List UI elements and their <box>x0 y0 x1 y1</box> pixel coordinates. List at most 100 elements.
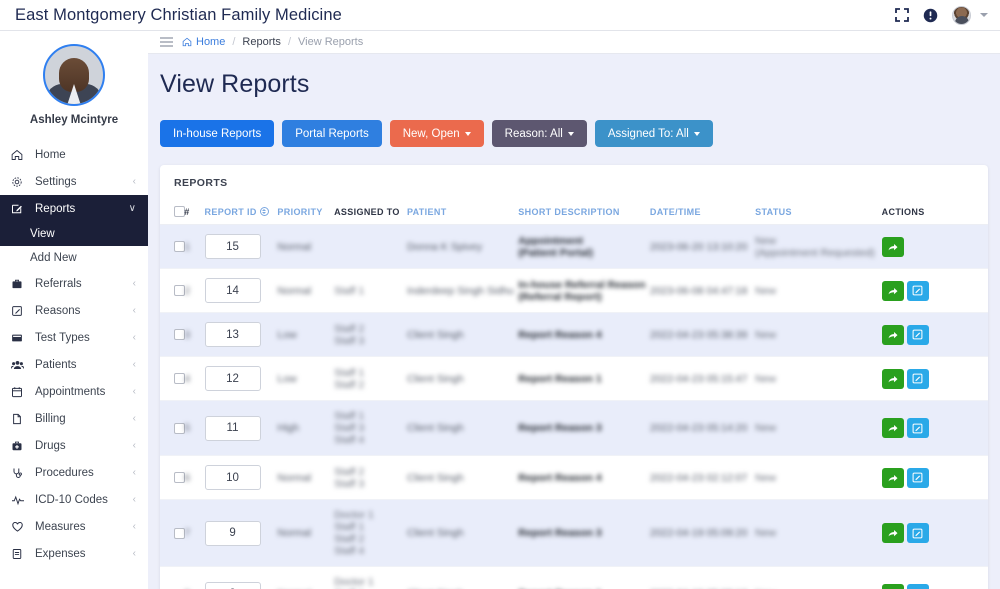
filter-assigned-to-dropdown[interactable]: Assigned To: All <box>594 120 713 147</box>
short-description-cell: Report Reason 3 <box>518 499 650 567</box>
sidebar-item-label: Reports <box>35 202 76 215</box>
report-id-input[interactable]: 11 <box>204 415 261 441</box>
table-row[interactable]: 6 10 Normal Staff 2 Staff 3 Client Singh Repor… <box>160 455 988 500</box>
report-id-input[interactable]: 10 <box>204 465 261 490</box>
edit-button[interactable] <box>906 324 929 345</box>
sidebar-item-test-types[interactable]: Test Types ‹ <box>0 324 148 351</box>
table-row[interactable]: 88 NormalDoctor 1Staff 1Staff 3Client Sin… <box>160 566 988 589</box>
edit-button[interactable] <box>906 523 929 543</box>
forward-button[interactable] <box>881 467 904 488</box>
table-row[interactable]: 1 15 Normal Donna K Spivey Appointment (Patie… <box>160 224 988 269</box>
column-header-datetime[interactable]: DATE/TIME <box>649 189 756 225</box>
sidebar-item-label: Measures <box>35 520 86 533</box>
report-id-input[interactable]: 8 <box>204 581 261 589</box>
menu-toggle-icon[interactable] <box>160 36 173 48</box>
sidebar-item-expenses[interactable]: Expenses ‹ <box>0 540 148 567</box>
report-id-cell: 12 <box>204 356 278 401</box>
home-icon <box>11 149 28 161</box>
sidebar-item-drugs[interactable]: Drugs ‹ <box>0 432 148 459</box>
users-icon <box>11 359 28 371</box>
report-id-input[interactable]: 13 <box>204 322 261 347</box>
edit-button[interactable] <box>906 368 929 389</box>
sort-circle-icon[interactable] <box>259 206 269 216</box>
forward-button[interactable] <box>881 523 904 543</box>
sidebar-item-procedures[interactable]: Procedures ‹ <box>0 459 148 486</box>
sidebar-item-label: Patients <box>35 358 77 371</box>
chevron-down-icon[interactable] <box>980 13 988 17</box>
edit-button[interactable] <box>906 467 929 488</box>
column-header-assigned-to[interactable]: ASSIGNED TO <box>334 189 407 225</box>
filter-label: Reason: All <box>504 127 563 140</box>
sidebar-subitem-add-new[interactable]: Add New <box>0 246 148 270</box>
row-number: 1 <box>184 224 205 269</box>
sidebar-item-patients[interactable]: Patients ‹ <box>0 351 148 378</box>
datetime-cell: 2023-06-20 13:10:20 <box>649 224 756 269</box>
edit-button[interactable] <box>906 584 929 589</box>
main-content: Home / Reports / View Reports View Repor… <box>148 31 1000 589</box>
edit-button[interactable] <box>906 418 929 438</box>
forward-button[interactable] <box>881 584 904 589</box>
table-row[interactable]: 5 11 High Staff 1 Staff 3 Staff 4 Client Singh… <box>160 400 988 456</box>
filter-portal-reports-button[interactable]: Portal Reports <box>282 120 382 147</box>
sidebar-item-label: Billing <box>35 412 66 425</box>
forward-button[interactable] <box>881 236 904 257</box>
table-row[interactable]: 3 13 Low Staff 2 Staff 3 Client Singh Report R… <box>160 312 988 357</box>
fullscreen-icon[interactable] <box>895 8 909 22</box>
sidebar-item-icd-10-codes[interactable]: ICD-10 Codes ‹ <box>0 486 148 513</box>
sidebar-item-reports[interactable]: Reports ∨ <box>0 195 148 222</box>
status-badge: New <box>755 268 882 313</box>
caret-down-icon <box>693 131 700 136</box>
sidebar-item-appointments[interactable]: Appointments ‹ <box>0 378 148 405</box>
filter-reason-dropdown[interactable]: Reason: All <box>491 120 587 147</box>
chevron-icon: ‹ <box>132 331 136 343</box>
report-id-input[interactable]: 9 <box>204 520 261 546</box>
table-row[interactable]: 2 14 Normal Staff 1 Inderdeep Singh Sidhu In-… <box>160 268 988 313</box>
filter-button-group: In-house Reports Portal Reports New, Ope… <box>148 99 1000 147</box>
table-row[interactable]: 7 9 Normal Doctor 1 Staff 1 Staff 2 Staff 4 Cli… <box>160 499 988 567</box>
forward-button[interactable] <box>881 418 904 438</box>
info-icon[interactable] <box>923 8 938 23</box>
report-id-input[interactable]: 15 <box>204 234 261 259</box>
chevron-icon: ‹ <box>132 304 136 316</box>
top-bar-actions <box>895 5 1000 25</box>
sidebar-item-referrals[interactable]: Referrals ‹ <box>0 270 148 297</box>
breadcrumb-home[interactable]: Home <box>182 36 225 48</box>
forward-button[interactable] <box>881 324 904 345</box>
avatar[interactable] <box>43 44 105 106</box>
sidebar-item-settings[interactable]: Settings ‹ <box>0 168 148 195</box>
status-badge: New <box>755 312 882 357</box>
report-id-input[interactable]: 12 <box>204 366 261 391</box>
sidebar-nav: Home Settings ‹ Reports ∨ View Add New R… <box>0 141 148 567</box>
column-header-report-id[interactable]: REPORT ID <box>204 189 278 225</box>
filter-in-house-reports-button[interactable]: In-house Reports <box>160 120 275 147</box>
forward-button[interactable] <box>881 280 904 301</box>
short-description-cell: Report Reason 1 <box>518 566 650 589</box>
breadcrumb-reports[interactable]: Reports <box>242 36 281 48</box>
sidebar-item-billing[interactable]: Billing ‹ <box>0 405 148 432</box>
filter-status-dropdown[interactable]: New, Open <box>389 120 484 147</box>
column-header-status[interactable]: STATUS <box>755 189 882 225</box>
column-header-patient[interactable]: PATIENT <box>406 189 519 225</box>
patient-cell: Client Singh <box>406 566 519 589</box>
calendar-icon <box>11 386 28 398</box>
sidebar-item-home[interactable]: Home <box>0 141 148 168</box>
sidebar-item-measures[interactable]: Measures ‹ <box>0 513 148 540</box>
priority-cell: Low <box>277 312 335 357</box>
chevron-icon: ‹ <box>132 412 136 424</box>
avatar[interactable] <box>952 5 971 25</box>
column-header-priority[interactable]: PRIORITY <box>277 189 335 225</box>
heart-icon <box>11 521 28 533</box>
sidebar-subitem-view[interactable]: View <box>0 222 148 246</box>
forward-button[interactable] <box>881 368 904 389</box>
gear-icon <box>11 176 28 188</box>
priority-cell: Normal <box>277 268 335 313</box>
actions-cell <box>881 400 988 456</box>
report-id-input[interactable]: 14 <box>204 278 261 303</box>
sidebar-item-reasons[interactable]: Reasons ‹ <box>0 297 148 324</box>
page-title: View Reports <box>160 70 310 98</box>
edit-button[interactable] <box>906 280 929 301</box>
table-row[interactable]: 4 12 Low Staff 1 Staff 2 Client Singh Report R… <box>160 356 988 401</box>
status-badge: New <box>755 356 882 401</box>
column-header-short-description[interactable]: SHORT DESCRIPTION <box>518 189 650 225</box>
datetime-cell: 2022-04-19 05:09:20 <box>649 499 756 567</box>
